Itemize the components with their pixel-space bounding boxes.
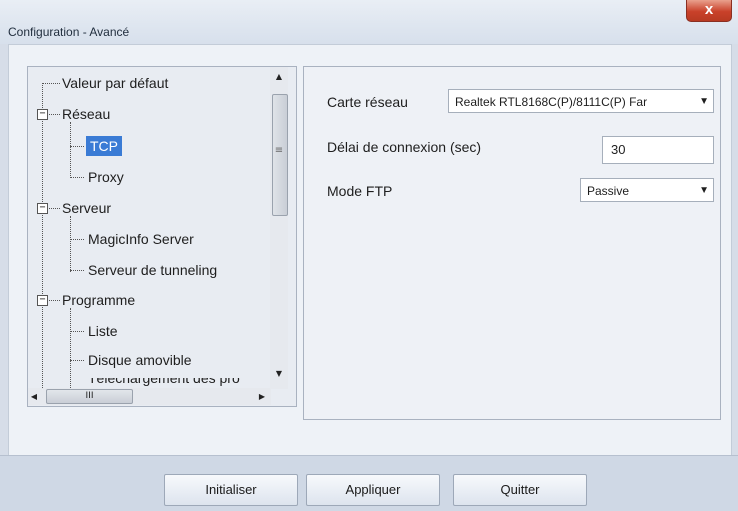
- tree-line: [70, 270, 84, 271]
- scroll-up-icon[interactable]: ▲: [270, 72, 288, 81]
- apply-button[interactable]: Appliquer: [306, 474, 440, 506]
- tree-item-serveur[interactable]: Serveur: [62, 198, 111, 218]
- scroll-right-icon[interactable]: ▶: [256, 392, 268, 401]
- network-card-value: Realtek RTL8168C(P)/8111C(P) Far: [455, 95, 648, 109]
- config-window: Configuration - Avancé x − − − Valeur pa…: [0, 0, 738, 511]
- settings-panel: [303, 66, 721, 420]
- network-card-select[interactable]: Realtek RTL8168C(P)/8111C(P) Far ▼: [448, 89, 714, 113]
- network-card-label: Carte réseau: [327, 94, 408, 110]
- tree-line: [42, 83, 43, 388]
- tree-horizontal-scroll-thumb[interactable]: III: [46, 389, 133, 404]
- tree-line: [70, 216, 71, 272]
- quit-button[interactable]: Quitter: [453, 474, 587, 506]
- close-button[interactable]: x: [686, 0, 732, 22]
- tree-line: [70, 308, 71, 388]
- tree-item-valeur-par-defaut[interactable]: Valeur par défaut: [62, 73, 168, 93]
- window-title: Configuration - Avancé: [8, 25, 130, 39]
- scroll-grip-icon: ≡: [274, 145, 284, 156]
- tree-item-telechargement[interactable]: Téléchargement des pro: [88, 378, 240, 388]
- tree-item-programme[interactable]: Programme: [62, 290, 135, 310]
- tree-line: [47, 208, 60, 209]
- tree-item-tcp[interactable]: TCP: [86, 136, 122, 156]
- scroll-left-icon[interactable]: ◀: [28, 392, 40, 401]
- tree-line: [42, 83, 60, 84]
- tree-item-serveur-tunneling[interactable]: Serveur de tunneling: [88, 260, 217, 280]
- collapse-programme-icon[interactable]: −: [37, 295, 48, 306]
- ftp-mode-value: Passive: [587, 184, 630, 198]
- tree-line: [70, 331, 84, 332]
- tree-item-disque-amovible[interactable]: Disque amovible: [88, 350, 192, 370]
- tree-line: [70, 177, 84, 178]
- tree-item-liste[interactable]: Liste: [88, 321, 118, 341]
- tree-line: [70, 239, 84, 240]
- tree-item-telechargement-label: Téléchargement des pro: [88, 378, 240, 386]
- tree-line: [70, 122, 71, 178]
- collapse-reseau-icon[interactable]: −: [37, 109, 48, 120]
- chevron-down-icon: ▼: [699, 185, 709, 196]
- tree-item-magicinfo-server[interactable]: MagicInfo Server: [88, 229, 194, 249]
- initialize-button[interactable]: Initialiser: [164, 474, 298, 506]
- ftp-mode-select[interactable]: Passive ▼: [580, 178, 714, 202]
- scroll-down-icon[interactable]: ▼: [270, 369, 288, 378]
- tree-line: [70, 146, 84, 147]
- tree-item-proxy[interactable]: Proxy: [88, 167, 124, 187]
- tree-line: [70, 360, 84, 361]
- timeout-label: Délai de connexion (sec): [327, 139, 482, 155]
- tree-line: [47, 114, 60, 115]
- timeout-input[interactable]: 30: [602, 136, 714, 164]
- tree-item-reseau[interactable]: Réseau: [62, 104, 110, 124]
- title-bar: Configuration - Avancé x: [0, 0, 738, 44]
- tree-line: [47, 300, 60, 301]
- collapse-serveur-icon[interactable]: −: [37, 203, 48, 214]
- chevron-down-icon: ▼: [699, 96, 709, 107]
- ftp-mode-label: Mode FTP: [327, 183, 393, 199]
